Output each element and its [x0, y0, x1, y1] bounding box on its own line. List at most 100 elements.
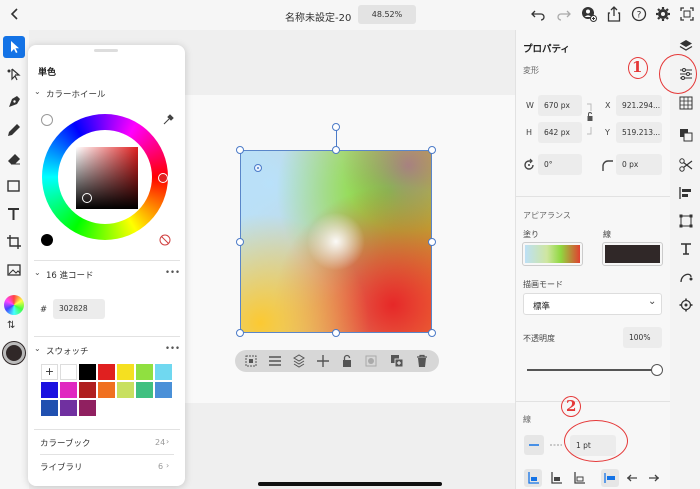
constrain-proportions-icon[interactable]: [586, 102, 594, 136]
chevron-down-icon[interactable]: ⌄: [34, 87, 41, 96]
color-swatch[interactable]: [117, 364, 134, 380]
hue-picker-handle[interactable]: [158, 173, 168, 183]
eraser-tool-icon[interactable]: [3, 147, 25, 169]
more-options-icon[interactable]: •••: [165, 268, 180, 278]
resize-handle-right[interactable]: [428, 238, 436, 246]
color-book-label[interactable]: カラーブック: [40, 437, 91, 449]
color-swatch[interactable]: [136, 364, 153, 380]
no-color-fill-icon[interactable]: [41, 114, 53, 126]
color-swatch[interactable]: [155, 382, 172, 398]
arrow-middle-icon[interactable]: [623, 469, 641, 487]
color-swatch[interactable]: [155, 364, 172, 380]
back-icon[interactable]: [8, 6, 22, 22]
pencil-tool-icon[interactable]: [3, 119, 25, 141]
stroke-color-well[interactable]: [3, 342, 25, 364]
settings-icon[interactable]: [655, 6, 671, 22]
color-swatch[interactable]: [60, 382, 77, 398]
libraries-label[interactable]: ライブラリ: [40, 461, 83, 473]
swap-colors-icon[interactable]: ⇅: [7, 320, 15, 331]
color-swatch[interactable]: [41, 400, 58, 416]
scissors-icon[interactable]: [678, 157, 694, 173]
resize-handle-top-right[interactable]: [428, 146, 436, 154]
rotate-handle[interactable]: [332, 123, 340, 131]
dashed-stroke-button[interactable]: [546, 435, 566, 455]
lock-icon[interactable]: [340, 354, 354, 368]
arrow-start-icon[interactable]: [601, 469, 619, 487]
color-swatch[interactable]: [98, 364, 115, 380]
cap-round-icon[interactable]: [547, 469, 565, 487]
rectangle-tool-icon[interactable]: [3, 175, 25, 197]
color-swatch[interactable]: [117, 382, 134, 398]
document-title[interactable]: 名称未設定-20: [285, 9, 351, 24]
pen-tool-icon[interactable]: [3, 91, 25, 113]
share-icon[interactable]: [606, 6, 622, 22]
plugins-icon[interactable]: [678, 297, 694, 313]
add-swatch-button[interactable]: +: [41, 364, 58, 380]
no-color-stroke-icon[interactable]: [159, 234, 171, 246]
color-wheel-icon[interactable]: [4, 295, 24, 315]
color-swatch[interactable]: [98, 382, 115, 398]
color-swatch[interactable]: [79, 400, 96, 416]
resize-handle-bottom[interactable]: [332, 329, 340, 337]
height-field[interactable]: 642 px: [538, 122, 582, 143]
chevron-down-icon[interactable]: ⌄: [34, 268, 41, 277]
transform-icon[interactable]: [316, 354, 330, 368]
stroke-color-well-prop[interactable]: [602, 242, 663, 266]
resize-handle-bottom-left[interactable]: [236, 329, 244, 337]
undo-icon[interactable]: [530, 6, 546, 22]
eyedropper-icon[interactable]: [162, 114, 174, 126]
character-panel-icon[interactable]: [678, 241, 694, 257]
gradient-mesh-rectangle[interactable]: [240, 150, 432, 333]
opacity-slider-handle[interactable]: [651, 364, 663, 376]
fill-color-well[interactable]: [522, 242, 583, 266]
color-mode-title[interactable]: 単色: [38, 65, 56, 78]
swatches-panel-icon[interactable]: [678, 95, 694, 111]
resize-handle-left[interactable]: [236, 238, 244, 246]
redo-icon[interactable]: [556, 6, 572, 22]
zoom-level[interactable]: 48.52%: [358, 5, 416, 24]
corner-radius-field[interactable]: 0 px: [616, 154, 662, 175]
hex-section-label[interactable]: 16 進コード: [46, 269, 94, 281]
arrow-end-icon[interactable]: [645, 469, 663, 487]
color-swatch[interactable]: [79, 364, 96, 380]
sb-picker-handle[interactable]: [82, 193, 92, 203]
hex-input[interactable]: 302828: [53, 299, 105, 319]
resize-handle-top[interactable]: [332, 146, 340, 154]
resize-handle-top-left[interactable]: [236, 146, 244, 154]
width-field[interactable]: 670 px: [538, 95, 582, 116]
align-menu-icon[interactable]: [268, 354, 282, 368]
transform-panel-icon[interactable]: [678, 213, 694, 229]
x-field[interactable]: 921.294...: [616, 95, 662, 116]
opacity-field[interactable]: 100%: [623, 327, 662, 348]
solid-stroke-button[interactable]: [524, 435, 544, 455]
swatches-section-label[interactable]: スウォッチ: [46, 345, 89, 357]
direct-select-tool-icon[interactable]: [3, 63, 25, 85]
more-options-icon[interactable]: •••: [165, 344, 180, 354]
chevron-down-icon[interactable]: ⌄: [34, 344, 41, 353]
color-swatch[interactable]: [136, 382, 153, 398]
color-wheel-section-label[interactable]: カラーホイール: [46, 88, 106, 100]
resize-handle-bottom-right[interactable]: [428, 329, 436, 337]
symbols-icon[interactable]: [678, 269, 694, 285]
chevron-right-icon[interactable]: ›: [166, 461, 169, 470]
duplicate-icon[interactable]: [390, 354, 404, 368]
image-place-icon[interactable]: [3, 259, 25, 281]
cap-square-icon[interactable]: [570, 469, 588, 487]
color-swatch[interactable]: [60, 400, 77, 416]
chevron-right-icon[interactable]: ›: [166, 437, 169, 446]
type-tool-icon[interactable]: [3, 203, 25, 225]
color-swatch[interactable]: [60, 364, 77, 380]
black-color-icon[interactable]: [41, 234, 53, 246]
add-user-icon[interactable]: [581, 6, 597, 22]
select-similar-icon[interactable]: [244, 354, 258, 368]
y-field[interactable]: 519.213...: [616, 122, 662, 143]
color-swatch[interactable]: [79, 382, 96, 398]
arrange-icon[interactable]: [292, 354, 306, 368]
cap-butt-icon[interactable]: [524, 469, 542, 487]
layers-icon[interactable]: [678, 38, 694, 54]
corner-widget[interactable]: [254, 164, 262, 172]
crop-tool-icon[interactable]: [3, 231, 25, 253]
mask-icon[interactable]: [364, 354, 378, 368]
help-icon[interactable]: ?: [631, 6, 647, 22]
selection-tool-icon[interactable]: [3, 36, 25, 58]
